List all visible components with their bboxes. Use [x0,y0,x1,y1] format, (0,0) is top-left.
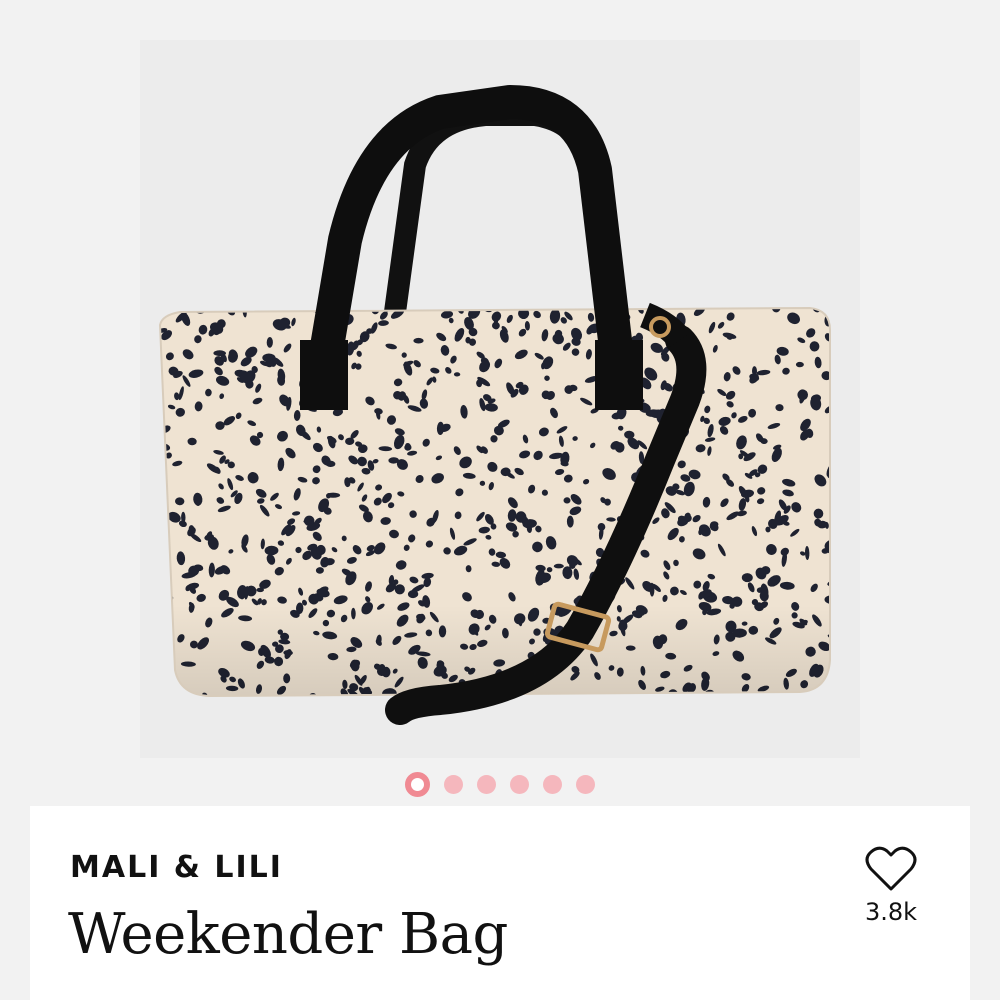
product-info-card: MALI & LILI Weekender Bag 3.8k [30,806,970,1000]
pager-dot[interactable] [405,771,430,797]
product-image[interactable] [140,40,860,758]
favorite-button[interactable]: 3.8k [856,846,926,926]
gallery-pager[interactable] [0,770,1000,798]
product-title: Weekender Bag [68,902,508,967]
pager-dot[interactable] [444,774,463,794]
pager-dot[interactable] [576,774,595,794]
product-screen: MALI & LILI Weekender Bag 3.8k [0,0,1000,1000]
brand-name[interactable]: MALI & LILI [70,850,283,885]
bag-illustration [158,85,831,725]
favorite-count: 3.8k [864,898,918,926]
pager-dot[interactable] [477,774,496,794]
pager-dot[interactable] [510,774,529,794]
heart-outline-icon[interactable] [865,846,917,892]
pager-dot[interactable] [543,774,562,794]
